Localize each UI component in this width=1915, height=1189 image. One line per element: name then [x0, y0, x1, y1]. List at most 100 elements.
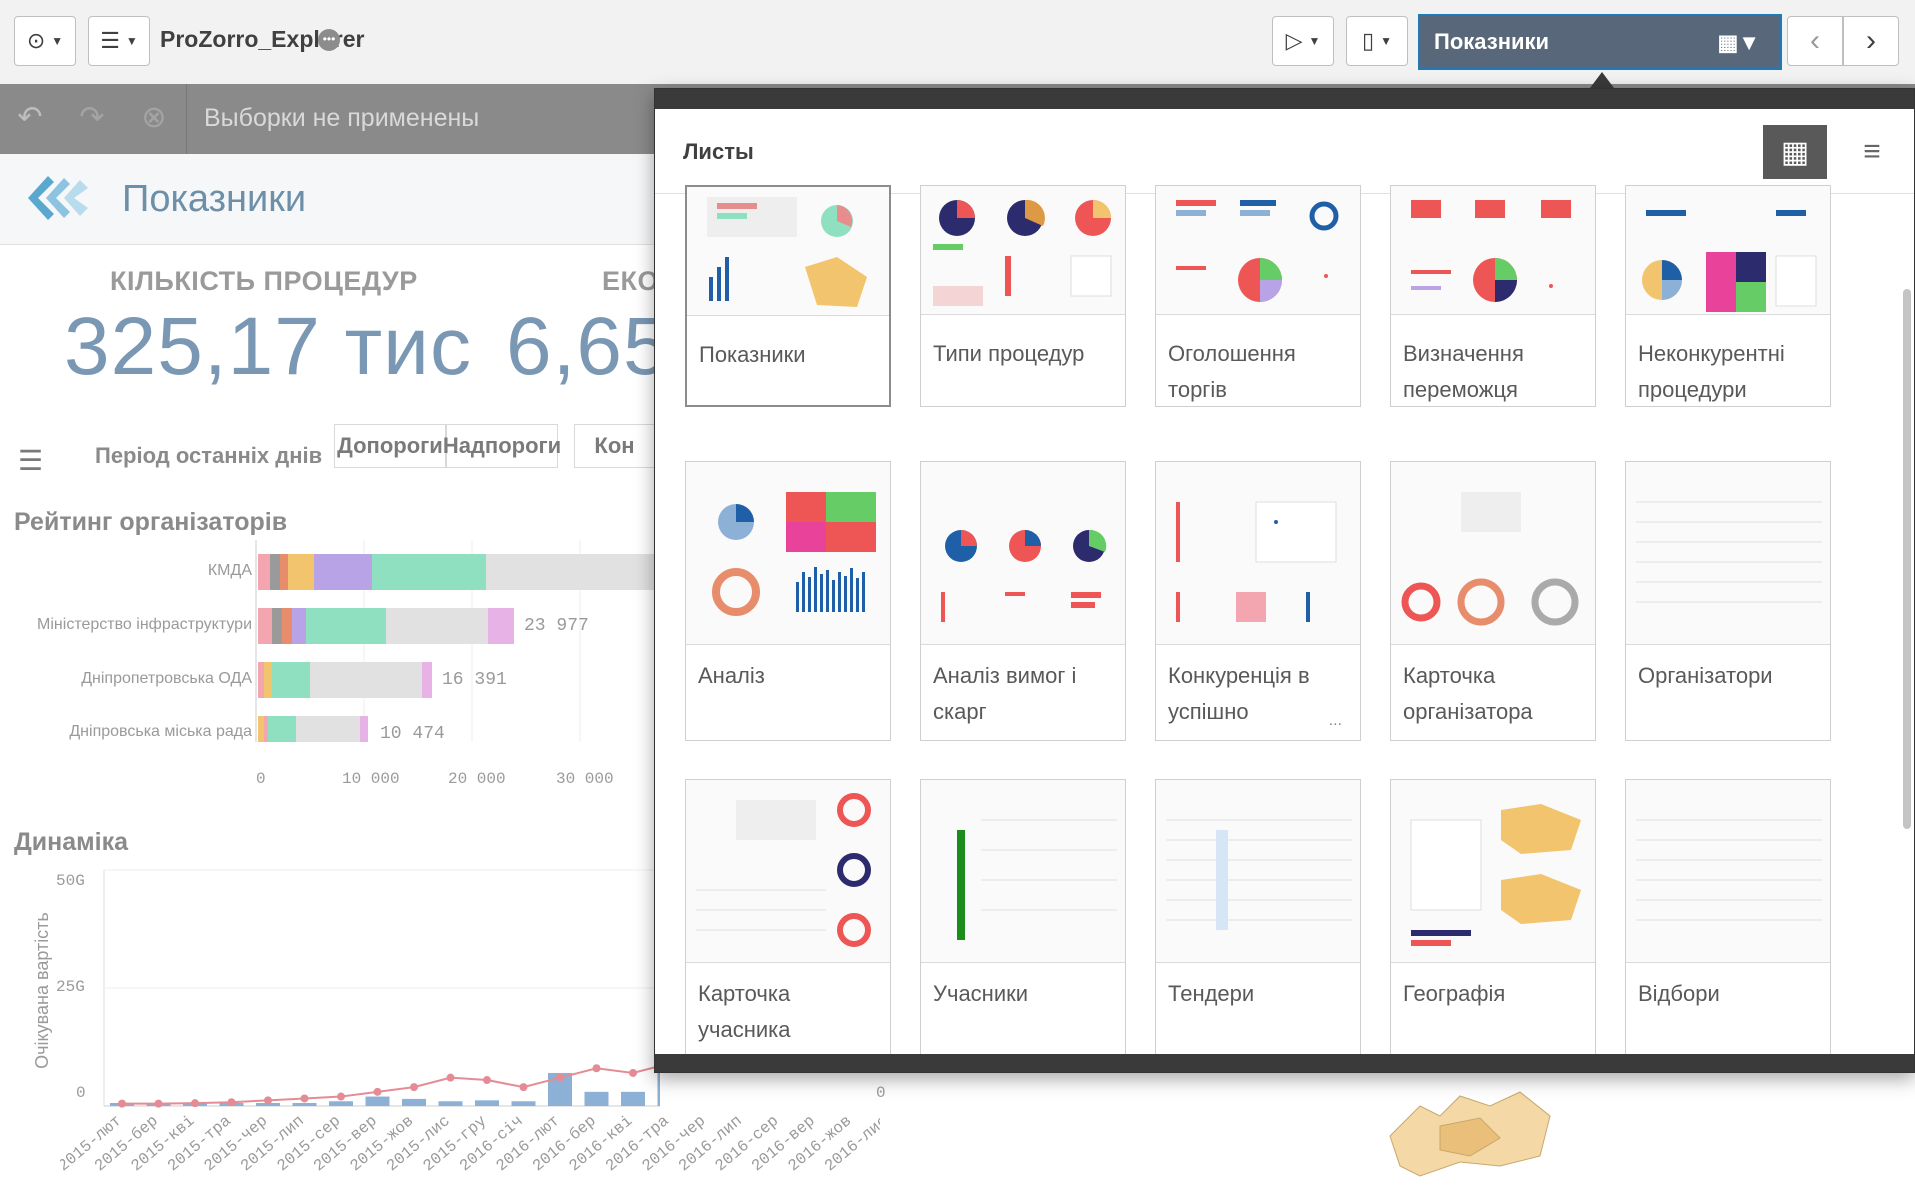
filter-menu-icon[interactable]: ☰: [18, 444, 43, 477]
step-back-icon[interactable]: ↶: [10, 98, 50, 138]
sheet-card-label: Визначення переможця: [1403, 341, 1524, 402]
ranking-x-tick: 0: [256, 770, 266, 788]
sheet-thumbnail: [921, 462, 1125, 645]
sheet-card-label: Тендери: [1168, 981, 1255, 1006]
sheet-card[interactable]: Аналіз: [685, 461, 891, 741]
list-view-button[interactable]: ≡: [1845, 125, 1899, 179]
sheet-thumbnail: [1156, 186, 1360, 315]
sheet-thumbnail: [1391, 462, 1595, 645]
sheet-thumbnail: [1156, 462, 1360, 645]
sheet-card-label: Географія: [1403, 981, 1506, 1006]
chevron-down-icon: ▼: [1308, 34, 1321, 48]
sheet-card[interactable]: Типи процедур: [920, 185, 1126, 407]
ranking-row-label: КМДА: [207, 562, 252, 579]
popover-header: Листы ▦ ≡: [655, 109, 1914, 194]
dynamics-right-tick: 0: [876, 1084, 886, 1102]
sheet-card-label: Відбори: [1638, 981, 1720, 1006]
sheet-thumbnail: [686, 462, 890, 645]
scrollbar[interactable]: [1903, 289, 1911, 829]
chevron-down-icon: ▼: [51, 34, 64, 48]
filter-button-preporogy[interactable]: Допороги: [334, 424, 446, 468]
list-icon: ≡: [1863, 135, 1881, 168]
sheet-card-label: Карточка організатора: [1403, 663, 1533, 724]
sheet-card[interactable]: Визначення переможця: [1390, 185, 1596, 407]
sheet-card[interactable]: Організатори: [1625, 461, 1831, 741]
sheet-card-label: Показники: [699, 342, 806, 367]
ranking-x-tick: 30 000: [556, 770, 614, 788]
global-menu-button[interactable]: ☰ ▼: [88, 16, 150, 66]
sheet-card[interactable]: Неконкурентні процедури: [1625, 185, 1831, 407]
step-forward-icon[interactable]: ↷: [72, 98, 112, 138]
sheet-card[interactable]: Конкуренція в успішно...: [1155, 461, 1361, 741]
sheet-card[interactable]: Учасники: [920, 779, 1126, 1072]
sheet-thumbnail: [921, 780, 1125, 963]
sheet-card[interactable]: Карточка учасника: [685, 779, 891, 1072]
ranking-row-label: Дніпропетровська ОДА: [81, 670, 252, 687]
grid-view-button[interactable]: ▦: [1763, 125, 1827, 179]
more-info-icon[interactable]: •••: [318, 29, 340, 51]
sheet-card-label: Оголошення торгів: [1168, 341, 1296, 402]
dynamics-line-point[interactable]: [446, 1073, 455, 1082]
sheet-card[interactable]: Аналіз вимог і скарг: [920, 461, 1126, 741]
current-sheet-label: Показники: [1434, 29, 1550, 54]
ranking-x-tick: 10 000: [342, 770, 400, 788]
sheet-thumbnail: [687, 187, 889, 316]
ranking-bar-dnipro-city[interactable]: [258, 716, 368, 742]
filter-button-nadporogy[interactable]: Надпороги: [443, 424, 561, 468]
chevron-down-icon: ▼: [1380, 34, 1392, 48]
next-sheet-button[interactable]: ›: [1843, 16, 1899, 66]
clear-selections-icon[interactable]: ⊗: [134, 98, 174, 138]
dynamics-line-point[interactable]: [556, 1073, 564, 1082]
chevron-left-icon: ‹: [1810, 24, 1820, 57]
dynamics-line-point[interactable]: [592, 1064, 601, 1073]
bookmark-icon: ▯: [1362, 28, 1375, 53]
dynamics-line-point[interactable]: [300, 1094, 309, 1103]
sheet-thumbnail: [921, 186, 1125, 315]
sheet-selector[interactable]: Показники ▦▼: [1418, 14, 1782, 70]
sheet-card-label: Учасники: [933, 981, 1029, 1006]
dynamics-line-point[interactable]: [519, 1083, 528, 1092]
list-menu-icon: ☰: [100, 28, 120, 53]
dynamics-line-point[interactable]: [337, 1092, 345, 1101]
story-button[interactable]: ▷ ▼: [1272, 16, 1334, 66]
sheet-thumbnail: [1391, 780, 1595, 963]
ranking-bar-dnipro-oda[interactable]: [258, 662, 432, 698]
dynamics-line-point[interactable]: [373, 1087, 382, 1096]
popover-title: Листы: [683, 139, 754, 164]
sheet-card[interactable]: Оголошення торгів: [1155, 185, 1361, 407]
ranking-bar-kmda[interactable]: [258, 554, 654, 590]
bookmark-button[interactable]: ▯ ▼: [1346, 16, 1408, 66]
top-toolbar: ⊙ ▼ ☰ ▼ ProZorro_Explorer ••• ▷ ▼ ▯ ▼ Показн…: [0, 0, 1915, 85]
sheet-thumbnail: [1626, 780, 1830, 963]
map-fragment: [1389, 1091, 1551, 1177]
sheet-card[interactable]: Відбори: [1625, 779, 1831, 1072]
sheet-thumbnail: [1626, 462, 1830, 645]
filter-button-competitive[interactable]: Кон: [574, 424, 654, 468]
sheet-card-label: Неконкурентні процедури: [1638, 341, 1785, 402]
ranking-bar-ministry[interactable]: [258, 608, 514, 644]
chevron-right-icon: ›: [1866, 24, 1876, 57]
presentation-icon: ▷: [1285, 28, 1303, 53]
ranking-x-tick: 20 000: [448, 770, 506, 788]
sheet-card[interactable]: Тендери: [1155, 779, 1361, 1072]
navigation-menu-button[interactable]: ⊙ ▼: [14, 16, 76, 66]
sheet-card[interactable]: Географія: [1390, 779, 1596, 1072]
period-filter-label: Період останніх днів: [95, 443, 323, 468]
sheet-thumbnail: [1626, 186, 1830, 315]
popover-arrow: [1590, 72, 1614, 88]
dynamics-line-point[interactable]: [483, 1076, 491, 1085]
ranking-value-label: 23 977: [524, 616, 589, 636]
dynamics-line-point[interactable]: [629, 1068, 637, 1077]
previous-sheet-button[interactable]: ‹: [1787, 16, 1843, 66]
sheet-card-label: Організатори: [1638, 663, 1773, 688]
sheet-title: Показники: [122, 178, 307, 220]
sheet-thumbnail: [686, 780, 890, 963]
kpi-value-procedures: 325,17 тис: [64, 301, 472, 392]
popover-top-border: [655, 89, 1914, 109]
dynamics-line-point[interactable]: [410, 1083, 418, 1092]
sheet-card-label: Типи процедур: [933, 341, 1085, 366]
ranking-chart-title: Рейтинг організаторів: [14, 508, 288, 536]
sheet-card[interactable]: Карточка організатора: [1390, 461, 1596, 741]
compass-icon: ⊙: [26, 28, 46, 53]
sheet-card[interactable]: Показники: [685, 185, 891, 407]
